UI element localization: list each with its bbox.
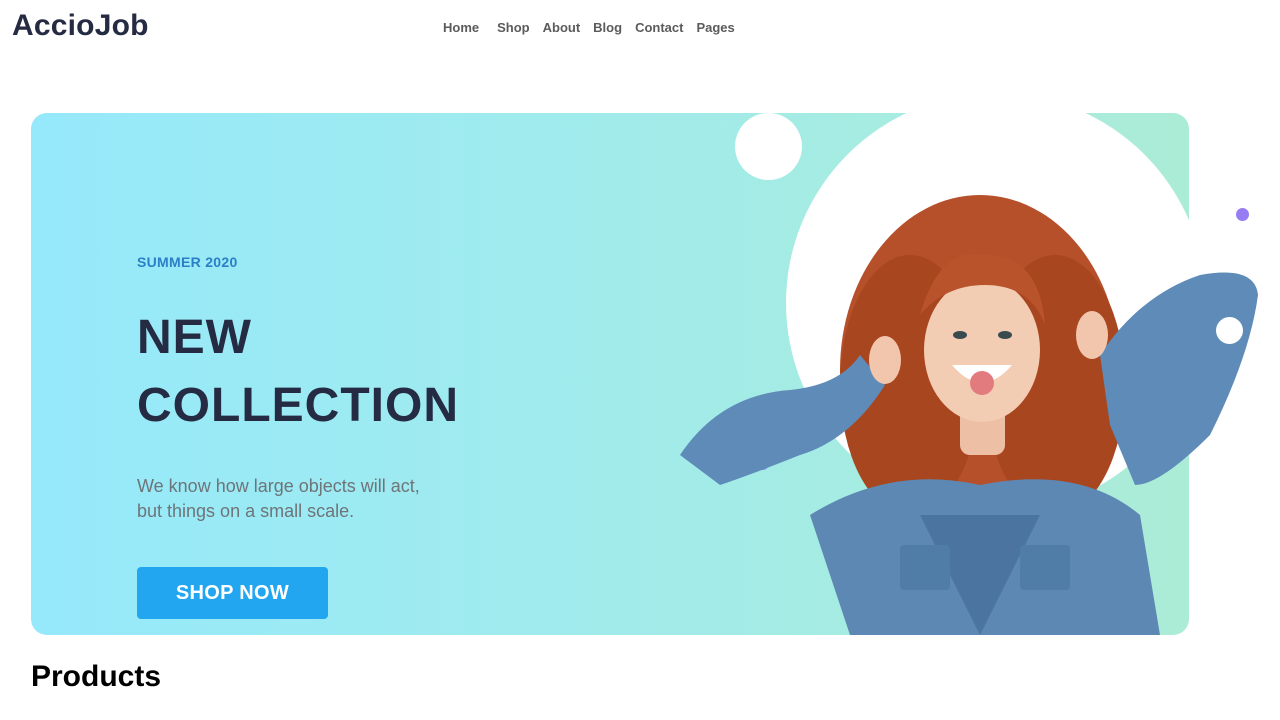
main-nav: Home Shop About Blog Contact Pages — [443, 20, 748, 35]
nav-about[interactable]: About — [543, 20, 581, 35]
nav-blog[interactable]: Blog — [593, 20, 622, 35]
products-heading: Products — [31, 660, 162, 693]
hero-description-line-1: We know how large objects will act, — [137, 476, 420, 496]
decor-circle-small — [735, 113, 802, 180]
hero-title-line-2: COLLECTION — [137, 379, 459, 432]
hero-content: SUMMER 2020 NEW COLLECTION We know how l… — [137, 254, 557, 619]
hero-description: We know how large objects will act, but … — [137, 474, 467, 524]
hero-title: NEW COLLECTION — [137, 304, 557, 440]
decor-dot-purple-outer — [1236, 208, 1249, 221]
nav-contact[interactable]: Contact — [635, 20, 683, 35]
nav-pages[interactable]: Pages — [696, 20, 734, 35]
page: AccioJob Home Shop About Blog Contact Pa… — [0, 0, 1280, 720]
hero-season-label: SUMMER 2020 — [137, 254, 238, 270]
nav-home[interactable]: Home — [443, 20, 479, 35]
nav-shop[interactable]: Shop — [497, 20, 530, 35]
shop-now-button[interactable]: SHOP NOW — [137, 567, 328, 619]
hero-title-line-1: NEW — [137, 311, 252, 364]
hero-model-image — [680, 195, 1258, 635]
hero-description-line-2: but things on a small scale. — [137, 501, 355, 521]
logo[interactable]: AccioJob — [12, 9, 149, 43]
decor-dot-white — [1216, 317, 1243, 344]
